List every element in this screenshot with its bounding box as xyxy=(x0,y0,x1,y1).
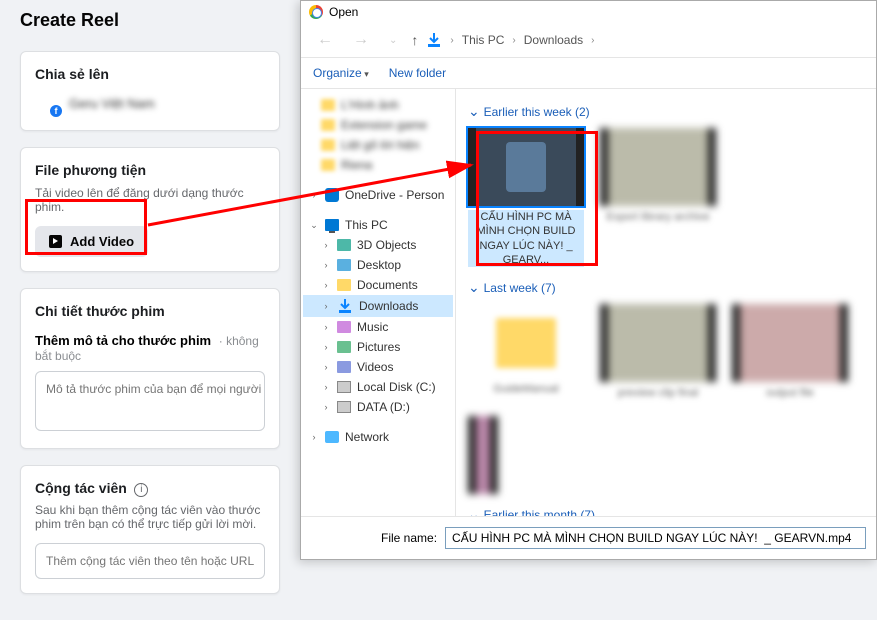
description-textarea[interactable] xyxy=(35,371,265,431)
share-card: Chia sẻ lên f Geru Việt Nam xyxy=(20,51,280,131)
pictures-icon xyxy=(337,341,351,353)
disk-icon xyxy=(337,381,351,393)
dialog-toolbar: Organize New folder xyxy=(301,58,876,89)
video-thumbnail xyxy=(468,128,584,206)
crumb-sep-icon: › xyxy=(512,35,515,46)
file-item[interactable]: Export library archive xyxy=(600,128,716,267)
file-item[interactable] xyxy=(468,416,498,494)
media-sub: Tải video lên để đăng dưới dạng thước ph… xyxy=(35,186,265,214)
crumb-sep-icon: › xyxy=(450,35,453,46)
chrome-icon xyxy=(309,5,323,19)
nav-recent-dropdown[interactable]: ⌄ xyxy=(383,33,403,48)
media-heading: File phương tiện xyxy=(35,162,265,178)
details-heading: Chi tiết thước phim xyxy=(35,303,265,319)
file-open-dialog: Open ← → ⌄ ↑ › This PC › Downloads › Org… xyxy=(300,0,877,560)
downloads-icon xyxy=(337,298,353,314)
filename-row: File name: xyxy=(301,516,876,559)
file-label: CẤU HÌNH PC MÀ MÌNH CHỌN BUILD NGAY LÚC … xyxy=(468,210,584,267)
tree-videos[interactable]: ›Videos xyxy=(303,357,453,377)
desktop-icon xyxy=(337,259,351,271)
music-icon xyxy=(337,321,351,333)
nav-up-button[interactable]: ↑ xyxy=(411,32,418,48)
crumb-downloads[interactable]: Downloads xyxy=(524,33,583,47)
tree-quick-item[interactable]: Liệt gõ lời hiện xyxy=(303,135,453,155)
page-name: Geru Việt Nam xyxy=(69,96,155,111)
group-last-week[interactable]: Last week (7) xyxy=(468,279,864,296)
video-thumbnail xyxy=(732,304,848,382)
add-video-label: Add Video xyxy=(70,234,134,249)
folder-tree: L'Hình ảnh Extension game Liệt gõ lời hi… xyxy=(301,89,456,516)
onedrive-icon xyxy=(325,188,339,202)
tree-documents[interactable]: ›Documents xyxy=(303,275,453,295)
collab-card: Cộng tác viên i Sau khi bạn thêm cộng tá… xyxy=(20,465,280,594)
group-earlier-this-week[interactable]: Earlier this week (2) xyxy=(468,103,864,120)
crumb-sep-icon: › xyxy=(591,35,594,46)
dialog-title: Open xyxy=(329,5,358,19)
nav-bar: ← → ⌄ ↑ › This PC › Downloads › xyxy=(301,23,876,58)
videos-icon xyxy=(337,361,351,373)
tree-network[interactable]: ›Network xyxy=(303,427,453,447)
filename-label: File name: xyxy=(381,531,437,545)
dialog-titlebar: Open xyxy=(301,1,876,23)
tree-this-pc[interactable]: ⌄This PC xyxy=(303,215,453,235)
file-item[interactable]: output file xyxy=(732,304,848,400)
file-item-selected[interactable]: CẤU HÌNH PC MÀ MÌNH CHỌN BUILD NGAY LÚC … xyxy=(468,128,584,267)
folder-thumbnail xyxy=(496,318,556,368)
new-folder-button[interactable]: New folder xyxy=(389,66,446,80)
nav-back-button[interactable]: ← xyxy=(311,29,339,51)
collab-sub: Sau khi bạn thêm cộng tác viên vào thước… xyxy=(35,503,265,531)
file-item[interactable]: preview clip final xyxy=(600,304,716,400)
tree-pictures[interactable]: ›Pictures xyxy=(303,337,453,357)
details-card: Chi tiết thước phim Thêm mô tả cho thước… xyxy=(20,288,280,449)
pc-icon xyxy=(325,219,339,231)
disk-icon xyxy=(337,401,351,413)
page-avatar: f xyxy=(35,90,61,116)
organize-dropdown[interactable]: Organize xyxy=(313,66,369,80)
desc-label: Thêm mô tả cho thước phim xyxy=(35,333,211,348)
downloads-icon xyxy=(426,32,442,48)
collab-heading: Cộng tác viên xyxy=(35,480,127,496)
file-label: Export library archive xyxy=(600,210,716,224)
video-thumbnail xyxy=(468,416,498,494)
tree-local-c[interactable]: ›Local Disk (C:) xyxy=(303,377,453,397)
collab-input[interactable] xyxy=(35,543,265,579)
tree-music[interactable]: ›Music xyxy=(303,317,453,337)
add-video-button[interactable]: Add Video xyxy=(35,226,148,257)
filename-input[interactable] xyxy=(445,527,866,549)
share-row[interactable]: f Geru Việt Nam xyxy=(35,90,265,116)
facebook-badge-icon: f xyxy=(49,104,63,118)
media-card: File phương tiện Tải video lên để đăng d… xyxy=(20,147,280,272)
objects3d-icon xyxy=(337,239,351,251)
tree-3d-objects[interactable]: ›3D Objects xyxy=(303,235,453,255)
share-label: Chia sẻ lên xyxy=(35,66,265,82)
create-reel-panel: Create Reel Chia sẻ lên f Geru Việt Nam … xyxy=(0,0,300,620)
nav-forward-button[interactable]: → xyxy=(347,29,375,51)
crumb-this-pc[interactable]: This PC xyxy=(462,33,505,47)
play-icon xyxy=(49,235,62,248)
documents-icon xyxy=(337,279,351,291)
tree-data-d[interactable]: ›DATA (D:) xyxy=(303,397,453,417)
video-thumbnail xyxy=(600,128,716,206)
network-icon xyxy=(325,431,339,443)
tree-quick-item[interactable]: Extension game xyxy=(303,115,453,135)
group-earlier-this-month[interactable]: Earlier this month (7) xyxy=(468,506,864,516)
info-icon[interactable]: i xyxy=(134,483,148,497)
tree-quick-item[interactable]: L'Hình ảnh xyxy=(303,95,453,115)
tree-desktop[interactable]: ›Desktop xyxy=(303,255,453,275)
file-item[interactable]: GuideManual xyxy=(468,304,584,400)
page-title: Create Reel xyxy=(20,10,280,31)
video-thumbnail xyxy=(600,304,716,382)
tree-downloads[interactable]: ›Downloads xyxy=(303,295,453,317)
file-list: Earlier this week (2) CẤU HÌNH PC MÀ MÌN… xyxy=(456,89,876,516)
tree-quick-item[interactable]: Riena xyxy=(303,155,453,175)
tree-onedrive[interactable]: ›OneDrive - Person xyxy=(303,185,453,205)
